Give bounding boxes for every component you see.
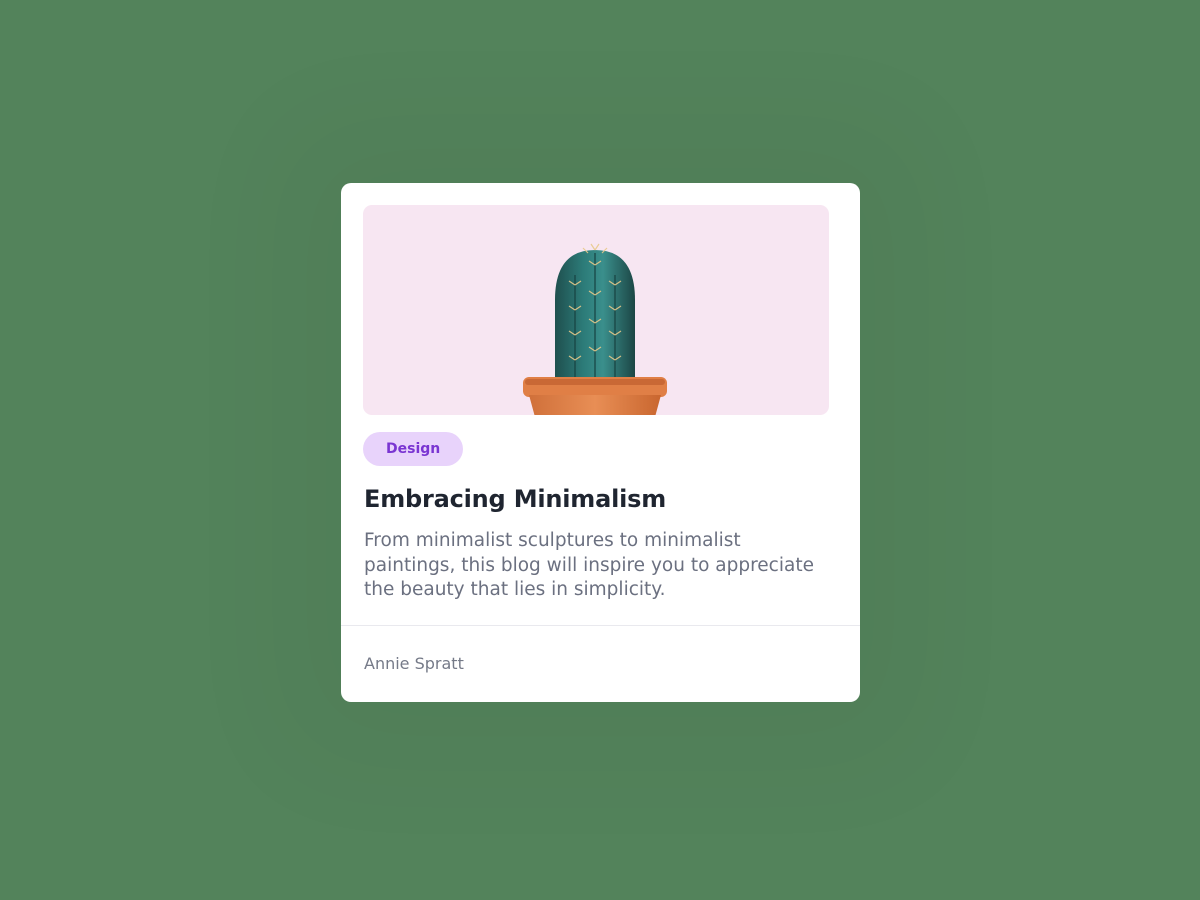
cactus-illustration (363, 205, 829, 415)
author-name[interactable]: Annie Spratt (364, 654, 464, 673)
post-description: From minimalist sculptures to minimalist… (364, 530, 814, 600)
blog-card[interactable]: Design Embracing Minimalism From minimal… (341, 183, 860, 702)
category-tag[interactable]: Design (363, 432, 464, 466)
post-title[interactable]: Embracing Minimalism (364, 485, 666, 513)
card-image-cactus (363, 205, 829, 415)
card-divider (341, 625, 860, 626)
